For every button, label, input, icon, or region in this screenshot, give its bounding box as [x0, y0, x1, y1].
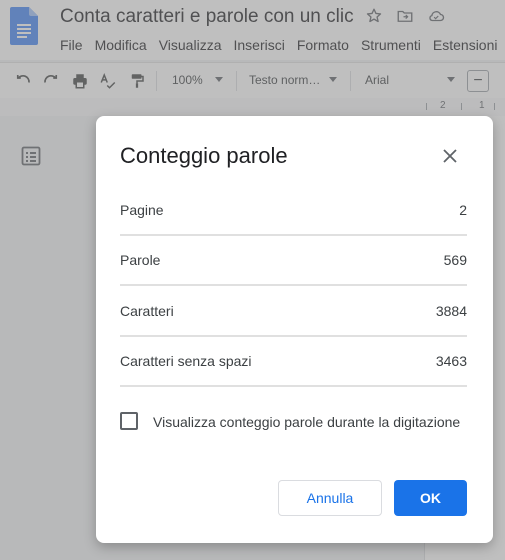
close-icon[interactable] [438, 144, 462, 168]
stat-row-characters: Caratteri 3884 [120, 287, 467, 337]
checkbox-label[interactable]: Visualizza conteggio parole durante la d… [153, 414, 460, 430]
cancel-button[interactable]: Annulla [278, 480, 382, 516]
stat-value: 2 [459, 202, 467, 218]
stat-row-characters-no-spaces: Caratteri senza spazi 3463 [120, 337, 467, 387]
stat-row-words: Parole 569 [120, 236, 467, 286]
stat-row-pages: Pagine 2 [120, 186, 467, 236]
stat-value: 569 [443, 252, 467, 268]
show-word-count-checkbox[interactable] [120, 412, 138, 430]
stat-value: 3884 [435, 303, 467, 319]
stat-label: Parole [120, 252, 161, 268]
stat-label: Pagine [120, 202, 164, 218]
stat-label: Caratteri [120, 303, 174, 319]
show-word-count-option[interactable]: Visualizza conteggio parole durante la d… [120, 410, 470, 434]
word-count-dialog: Conteggio parole Pagine 2 Parole 569 Car… [96, 116, 493, 543]
ok-button[interactable]: OK [394, 480, 467, 516]
stat-label: Caratteri senza spazi [120, 353, 252, 369]
stat-value: 3463 [435, 353, 467, 369]
dialog-title: Conteggio parole [120, 143, 288, 168]
